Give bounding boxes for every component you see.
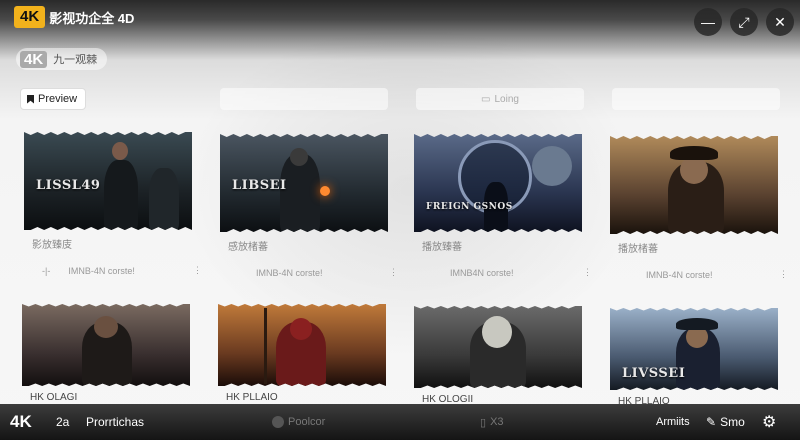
- card-6-subtitle: HK PLLAIO: [226, 392, 278, 403]
- poster-6[interactable]: [218, 304, 386, 386]
- bottom-item-armiits[interactable]: Armiits: [656, 416, 690, 428]
- settings-icon[interactable]: ⚙: [762, 412, 776, 432]
- card-1-meta-right: IMNB-4N corste!: [68, 265, 135, 276]
- poster-8[interactable]: LIVSSEI: [610, 308, 778, 390]
- bottom-item-podcast-label: Poolcor: [288, 416, 326, 428]
- card-1-subtitle: 影放臻庋: [32, 240, 72, 251]
- tab-4[interactable]: [612, 88, 780, 110]
- more-icon[interactable]: ⋮: [389, 267, 398, 278]
- card-3-meta-right: IMNB4N corste!: [450, 267, 514, 278]
- poster-5[interactable]: [22, 304, 190, 386]
- app-brand: 4K 影视功企全 4D: [14, 6, 134, 28]
- tab-2[interactable]: [220, 88, 388, 110]
- card-2-subtitle: 感放楮蕃: [228, 242, 268, 253]
- sub-logo-text: 九一观棘: [53, 54, 98, 66]
- video-card-5[interactable]: HK OLAGI: [22, 304, 190, 403]
- edit-icon: ✎: [706, 415, 717, 429]
- card-5-subtitle: HK OLAGI: [30, 392, 78, 403]
- minimize-button[interactable]: —: [694, 8, 722, 36]
- poster-2[interactable]: LIBSEI: [220, 134, 388, 232]
- tab-preview[interactable]: Preview: [20, 88, 86, 110]
- video-card-7[interactable]: HK OLOGII: [414, 306, 582, 405]
- sub-logo-badge: 4K: [20, 50, 48, 68]
- screen-icon: ▭: [481, 93, 491, 105]
- poster-3-title: FREIGN GSNOS: [426, 202, 513, 212]
- bottom-bar: 4K 2a Prorrtichas Poolcor ▯ X3 Armiits ✎…: [0, 404, 800, 440]
- sub-logo[interactable]: 4K 九一观棘: [16, 48, 108, 70]
- bottom-logo[interactable]: 4K: [10, 412, 32, 432]
- bottom-item-smo-label: Smo: [720, 415, 745, 429]
- bottom-item-2a[interactable]: 2a: [56, 415, 69, 429]
- bottom-item-x3[interactable]: ▯ X3: [480, 416, 504, 429]
- tab-loing[interactable]: ▭ Loing: [416, 88, 584, 110]
- card-4-meta-right: IMNB-4N corste!: [646, 269, 713, 280]
- minimize-icon: —: [701, 14, 715, 30]
- bottom-item-x3-label: X3: [490, 416, 504, 428]
- poster-1[interactable]: LISSL49: [24, 132, 192, 230]
- card-3-subtitle: 播放臻蕃: [422, 242, 462, 253]
- card-1-meta: -|- IMNB-4N corste! ⋮: [24, 265, 202, 276]
- close-button[interactable]: ✕: [766, 8, 794, 36]
- card-4-subtitle: 播放楮蕃: [618, 244, 658, 255]
- more-icon[interactable]: ⋮: [193, 265, 202, 276]
- bottom-item-smo[interactable]: ✎ Smo: [706, 415, 745, 429]
- card-2-meta: IMNB-4N corste! ⋮: [220, 267, 398, 278]
- poster-4[interactable]: [610, 136, 778, 234]
- screen-icon: ▯: [480, 416, 487, 429]
- poster-1-title: LISSL49: [36, 178, 101, 193]
- title-bar: 4K 影视功企全 4D — ⤢ ✕: [0, 0, 800, 40]
- video-card-3[interactable]: FREIGN GSNOS 播放臻蕃 IMNB4N corste! ⋮: [414, 134, 592, 278]
- app-title: 影视功企全 4D: [49, 10, 135, 26]
- video-card-2[interactable]: LIBSEI 感放楮蕃 IMNB-4N corste! ⋮: [220, 134, 398, 278]
- bottom-item-podcast[interactable]: Poolcor: [272, 416, 325, 428]
- maximize-button[interactable]: ⤢: [730, 8, 758, 36]
- more-icon[interactable]: ⋮: [779, 269, 788, 280]
- bottom-item-promotions[interactable]: Prorrtichas: [86, 415, 144, 429]
- video-card-4[interactable]: 播放楮蕃 IMNB-4N corste! ⋮: [610, 136, 788, 280]
- close-icon: ✕: [774, 14, 786, 30]
- card-4-meta: IMNB-4N corste! ⋮: [610, 269, 788, 280]
- circle-icon: [272, 416, 284, 428]
- poster-7[interactable]: [414, 306, 582, 388]
- card-3-meta: IMNB4N corste! ⋮: [414, 267, 592, 278]
- tab-preview-label: Preview: [38, 93, 78, 105]
- poster-2-title: LIBSEI: [232, 178, 287, 193]
- card-2-meta-right: IMNB-4N corste!: [256, 267, 323, 278]
- more-icon[interactable]: ⋮: [583, 267, 592, 278]
- card-1-meta-left: -|-: [42, 265, 51, 276]
- video-card-1[interactable]: LISSL49 影放臻庋 -|- IMNB-4N corste! ⋮: [24, 132, 202, 276]
- poster-3[interactable]: FREIGN GSNOS: [414, 134, 582, 232]
- video-card-6[interactable]: HK PLLAIO: [218, 304, 386, 403]
- tab-loing-label: Loing: [494, 93, 519, 105]
- video-card-8[interactable]: LIVSSEI HK PLLAIO: [610, 308, 778, 407]
- bookmark-icon: [27, 94, 34, 104]
- app-badge: 4K: [14, 6, 46, 28]
- maximize-icon: ⤢: [738, 14, 750, 30]
- poster-8-title: LIVSSEI: [622, 366, 686, 381]
